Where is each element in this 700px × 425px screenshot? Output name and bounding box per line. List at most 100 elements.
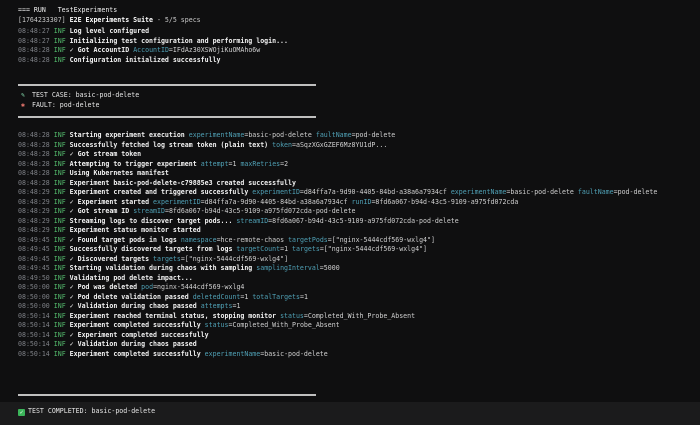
log-field-key: runID (351, 197, 372, 206)
log-level: INF (53, 159, 66, 168)
log-line: 08:48:28 INF ✓ Got stream token (18, 150, 688, 160)
log-level: INF (53, 150, 66, 158)
log-level: INF (53, 197, 66, 206)
log-field-key: namespace (180, 235, 217, 244)
log-line: 08:48:27 INF Initializing test configura… (18, 37, 688, 47)
log-field-key: targets (153, 254, 181, 263)
log-timestamp: 08:48:28 (18, 169, 50, 177)
log-field-key: targetCount (236, 245, 281, 253)
log-line: 08:48:29 INF Streaming logs to discover … (18, 217, 688, 227)
log-level: INF (53, 188, 66, 196)
log-field-key: deletedCount (192, 292, 241, 301)
separator (18, 394, 316, 396)
log-level: INF (53, 254, 66, 263)
check-icon: ✓ (18, 409, 25, 416)
log-timestamp: 08:48:28 (18, 55, 50, 64)
log-line: 08:50:00 INF ✓ Pod delete validation pas… (18, 293, 688, 303)
log-message: Attempting to trigger experiment (69, 159, 197, 168)
separator (18, 116, 316, 118)
log-line: 08:48:29 INF Experiment created and trig… (18, 188, 688, 198)
log-field-value: pod-delete (617, 188, 658, 196)
fault-text: FAULT: pod-delete (31, 100, 100, 109)
log-field-key: streamID (133, 207, 165, 215)
exec-log-list: 08:48:28 INF Starting experiment executi… (18, 131, 688, 359)
log-level: INF (53, 36, 66, 45)
log-message: Experiment reached terminal status, stop… (69, 311, 277, 320)
log-message: Experiment status monitor started (69, 226, 201, 234)
log-field-key: totalTargets (252, 292, 300, 301)
log-level: INF (53, 245, 66, 253)
log-timestamp: 08:49:45 (18, 235, 50, 244)
log-line: 08:49:45 INF ✓ Found target pods in logs… (18, 236, 688, 246)
log-field-value: basic-pod-delete (248, 131, 312, 139)
fault-line: ✱ FAULT: pod-delete (18, 101, 688, 111)
log-line: 08:50:14 INF ✓ Validation during chaos p… (18, 340, 688, 350)
log-message: Using Kubernetes manifest (69, 169, 169, 177)
log-field-key: experimentName (450, 188, 507, 196)
log-field-key: token (272, 140, 292, 149)
log-level: INF (53, 235, 66, 244)
run-line: === RUN TestExperiments (18, 6, 118, 14)
log-field-key: faultName (577, 188, 614, 196)
log-line: 08:50:00 INF ✓ Validation during chaos p… (18, 302, 688, 312)
log-line: 08:48:28 INF Configuration initialized s… (18, 56, 688, 66)
log-line: 08:49:45 INF Successfully discovered tar… (18, 245, 688, 255)
log-field-key: status (280, 311, 304, 320)
log-level: INF (53, 349, 66, 358)
log-line: 08:48:28 INF Experiment basic-pod-delete… (18, 179, 688, 189)
log-line: 08:50:00 INF ✓ Pod was deleted pod=nginx… (18, 283, 688, 293)
log-field-value: ["nginx-5444cdf569-wxlg4"] (331, 235, 435, 244)
log-field-value: 1 (284, 245, 289, 253)
log-level: INF (53, 169, 66, 177)
log-line: 08:50:14 INF ✓ Experiment completed succ… (18, 331, 688, 341)
run-header: === RUN TestExperiments [1764233307] E2E… (18, 6, 688, 25)
log-field-key: faultName (315, 131, 352, 139)
terminal-output: === RUN TestExperiments [1764233307] E2E… (0, 0, 700, 425)
test-completed-banner: ✓ TEST COMPLETED: basic-pod-delete (18, 407, 688, 417)
fault-icon: ✱ (21, 100, 25, 109)
log-line: 08:48:29 INF ✓ Experiment started experi… (18, 198, 688, 208)
log-timestamp: 08:50:14 (18, 311, 50, 320)
suite-id: [1764233307] (18, 15, 66, 24)
log-line: 08:48:28 INF Successfully fetched log st… (18, 141, 688, 151)
log-level: INF (53, 340, 66, 348)
log-field-value: 1 (232, 159, 237, 168)
log-timestamp: 08:48:29 (18, 197, 50, 206)
test-case-text: TEST CASE: basic-pod-delete (31, 91, 140, 99)
log-level: INF (53, 283, 66, 291)
log-level: INF (53, 216, 66, 225)
log-timestamp: 08:50:00 (18, 302, 50, 310)
log-level: INF (53, 178, 66, 187)
log-field-value: d84ffa7a-9d90-4405-84bd-a38a6a7934cf (303, 188, 447, 196)
log-field-key: pod (141, 283, 154, 291)
log-level: INF (53, 226, 66, 234)
log-timestamp: 08:50:14 (18, 340, 50, 348)
log-line: 08:50:14 INF Experiment completed succes… (18, 321, 688, 331)
log-line: 08:49:45 INF ✓ Discovered targets target… (18, 255, 688, 265)
log-field-value: ["nginx-5444cdf569-wxlg4"] (184, 254, 289, 263)
log-level: INF (53, 273, 66, 282)
log-field-key: experimentID (252, 188, 300, 196)
suite-title: E2E Experiments Suite (69, 15, 153, 24)
test-case-banner: ✎ TEST CASE: basic-pod-delete ✱ FAULT: p… (18, 91, 688, 110)
log-message: Starting validation during chaos with sa… (69, 264, 253, 272)
log-timestamp: 08:48:28 (18, 131, 50, 139)
log-timestamp: 08:48:28 (18, 178, 50, 187)
log-field-value: 8fd6a067-b94d-43c5-9109-a975fd072cda-pod… (168, 207, 356, 215)
log-level: INF (53, 27, 66, 35)
log-message: Experiment completed successfully (69, 321, 201, 329)
log-field-key: attempt (200, 159, 229, 168)
log-level: INF (53, 311, 66, 320)
log-field-value: hce-remote-chaos (220, 235, 285, 244)
log-timestamp: 08:49:45 (18, 245, 50, 253)
log-field-value: 1 (236, 302, 241, 310)
log-timestamp: 08:50:00 (18, 283, 50, 291)
log-message: Successfully discovered targets from log… (69, 245, 233, 253)
suite-specs: - 5/5 specs (156, 15, 201, 24)
log-timestamp: 08:48:28 (18, 150, 50, 158)
log-level: INF (53, 321, 66, 329)
log-timestamp: 08:50:14 (18, 321, 50, 329)
log-message: ✓ Pod was deleted (69, 283, 138, 291)
log-timestamp: 08:48:29 (18, 226, 50, 234)
log-message: ✓ Experiment completed successfully (69, 330, 209, 339)
